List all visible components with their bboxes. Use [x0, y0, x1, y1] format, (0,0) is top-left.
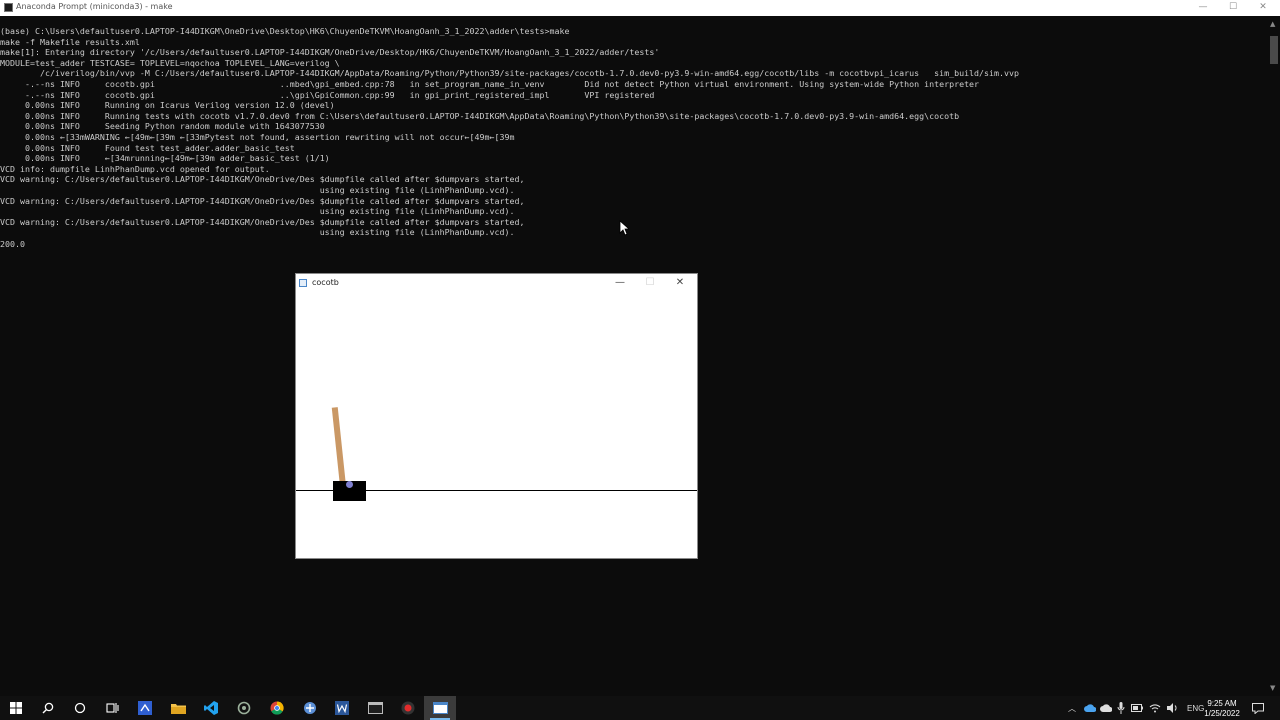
minimize-button[interactable]: — — [1188, 0, 1218, 16]
scroll-down-icon[interactable]: ▼ — [1270, 684, 1278, 692]
close-button[interactable]: ✕ — [1248, 0, 1278, 16]
terminal-app-icon — [4, 3, 13, 12]
mouse-cursor-icon — [619, 220, 629, 236]
microphone-icon[interactable] — [1117, 702, 1125, 714]
terminal-line: VCD warning: C:/Users/defaultuser0.LAPTO… — [0, 216, 525, 227]
cocotb-app-icon — [299, 279, 307, 287]
terminal-line: -.--ns INFO cocotb.gpi ..\gpi\GpiCommon.… — [0, 89, 655, 100]
clock-date: 1/25/2022 — [1204, 709, 1240, 718]
terminal-icon[interactable] — [359, 696, 391, 720]
tray-icons: ︿ ENG — [1068, 696, 1204, 720]
wifi-icon[interactable] — [1149, 703, 1161, 713]
terminal-line: using existing file (LinhPhanDump.vcd). — [0, 185, 515, 195]
file-explorer-icon[interactable] — [162, 696, 194, 720]
vscode-icon[interactable] — [195, 696, 227, 720]
terminal-line: 0.00ns INFO Seeding Python random module… — [0, 121, 325, 132]
cocotb-window[interactable]: cocotb — ☐ ✕ — [296, 274, 697, 558]
terminal-line: 0.00ns INFO Running on Icarus Verilog ve… — [0, 100, 335, 111]
scroll-thumb[interactable] — [1270, 36, 1278, 64]
taskbar: ︿ ENG 9:25 AM 1/25/2022 — [0, 696, 1280, 720]
terminal-line: MODULE=test_adder TESTCASE= TOPLEVEL=nqo… — [0, 57, 340, 68]
cocotb-titlebar: cocotb — ☐ ✕ — [296, 274, 697, 292]
terminal-line: using existing file (LinhPhanDump.vcd). — [0, 227, 515, 238]
visual-studio-icon[interactable] — [129, 696, 161, 720]
clock-time: 9:25 AM — [1207, 699, 1237, 708]
recorder-icon[interactable] — [392, 696, 424, 720]
search-icon[interactable] — [32, 696, 64, 720]
terminal-line: 0.00ns INFO Found test test_adder.adder_… — [0, 142, 295, 153]
volume-icon[interactable] — [1167, 703, 1179, 713]
terminal-line: VCD warning: C:/Users/defaultuser0.LAPTO… — [0, 195, 525, 206]
scroll-up-icon[interactable]: ▲ — [1270, 20, 1278, 28]
terminal-titlebar: Anaconda Prompt (miniconda3) - make — ☐ … — [0, 0, 1280, 16]
chrome-icon[interactable] — [261, 696, 293, 720]
cocotb-close-button[interactable]: ✕ — [665, 276, 695, 290]
cartpole-pole — [331, 407, 346, 487]
battery-icon[interactable] — [1131, 704, 1143, 712]
cocotb-maximize-button[interactable]: ☐ — [635, 276, 665, 290]
word-icon[interactable] — [326, 696, 358, 720]
terminal-line: 0.00ns ←[33mWARNING ←[49m←[39m ←[33mPyte… — [0, 132, 515, 142]
task-view-icon[interactable] — [96, 696, 128, 720]
windows-start-icon[interactable] — [0, 696, 32, 720]
active-window-icon[interactable] — [424, 696, 456, 720]
cartpole-axle — [346, 481, 353, 488]
terminal-line: 0.00ns INFO Running tests with cocotb v1… — [0, 110, 960, 121]
terminal-line: -.--ns INFO cocotb.gpi ..mbed\gpi_embed.… — [0, 79, 980, 89]
onedrive-icon[interactable] — [1084, 704, 1096, 712]
terminal-line: VCD info: dumpfile LinhPhanDump.vcd open… — [0, 163, 270, 174]
terminal-line: VCD warning: C:/Users/defaultuser0.LAPTO… — [0, 174, 525, 185]
window-title: Anaconda Prompt (miniconda3) - make — [16, 2, 173, 11]
terminal-line: 200.0 — [0, 239, 25, 249]
terminal-line: 0.00ns INFO ←[34mrunning←[49m←[39m adder… — [0, 153, 330, 164]
terminal-scrollbar[interactable]: ▲ ▼ — [1268, 16, 1280, 696]
maximize-button[interactable]: ☐ — [1218, 0, 1248, 16]
cocotb-window-title: cocotb — [312, 278, 339, 287]
cocotb-minimize-button[interactable]: — — [605, 276, 635, 290]
terminal-line: make[1]: Entering directory '/c/Users/de… — [0, 47, 660, 58]
clock[interactable]: 9:25 AM 1/25/2022 — [1196, 699, 1248, 719]
terminal-line: make -f Makefile results.xml — [0, 36, 140, 47]
terminal-line: /c/iverilog/bin/vvp -M C:/Users/defaultu… — [0, 68, 1020, 79]
app-icon-2[interactable] — [294, 696, 326, 720]
onedrive-icon-2[interactable] — [1100, 704, 1112, 712]
chevron-up-icon[interactable]: ︿ — [1068, 703, 1076, 714]
terminal-line: (base) C:\Users\defaultuser0.LAPTOP-I44D… — [0, 26, 570, 36]
app-icon[interactable] — [228, 696, 260, 720]
cortana-icon[interactable] — [64, 696, 96, 720]
notification-icon[interactable] — [1252, 696, 1264, 720]
terminal-line: using existing file (LinhPhanDump.vcd). — [0, 206, 515, 217]
